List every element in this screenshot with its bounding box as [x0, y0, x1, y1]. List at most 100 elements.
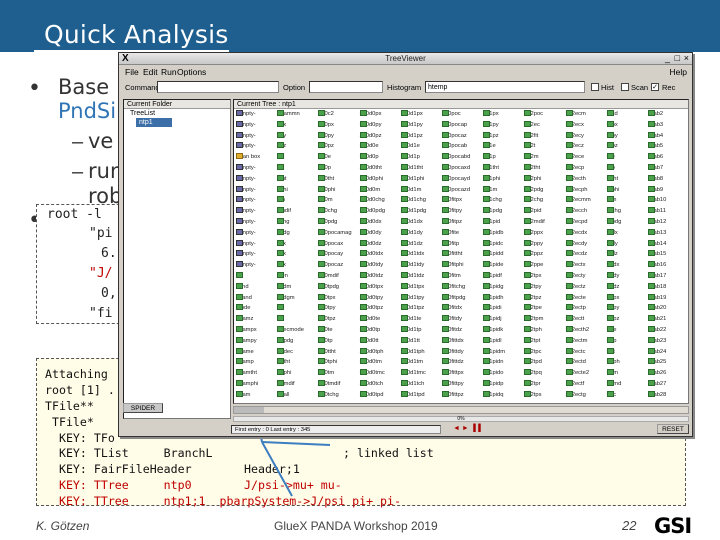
tree-variable[interactable]: -empty-: [236, 142, 256, 151]
tree-variable[interactable]: fillab8: [648, 174, 663, 184]
tree-variable[interactable]: fillab10: [648, 196, 666, 205]
tree-variable[interactable]: xd0ttht: [318, 347, 336, 357]
tree-variable[interactable]: t2tdy: [606, 272, 619, 281]
tree-variable[interactable]: xd0pocax: [318, 239, 343, 249]
tree-variable[interactable]: xd0pocaz: [442, 131, 467, 141]
tree-variable[interactable]: xpdgm: [277, 293, 295, 303]
tree-variable[interactable]: xd2tph: [524, 326, 542, 335]
tree-variable[interactable]: fillab14: [648, 239, 666, 249]
tree-variable[interactable]: xd0d1tpy: [400, 293, 424, 303]
tree-variable[interactable]: xd0fittdx: [442, 336, 464, 346]
tree-variable[interactable]: xd2ppy: [524, 239, 543, 249]
tree-variable[interactable]: xd0py: [318, 131, 334, 141]
tree-variable[interactable]: xd0m: [318, 196, 333, 205]
tree-variable[interactable]: xd0pocamag: [318, 228, 352, 238]
tree-variable[interactable]: xd0d1px: [400, 110, 423, 119]
reset-button[interactable]: RESET: [657, 424, 689, 434]
tree-variable[interactable]: xd2ecmm: [565, 196, 591, 205]
tree-variable[interactable]: xd2tpr: [524, 380, 541, 389]
tree-variable[interactable]: xd1pidl: [483, 336, 502, 346]
tree-variable[interactable]: t2tht: [606, 174, 618, 184]
tree-variable[interactable]: xd2ece: [565, 153, 584, 162]
tree-variable[interactable]: xd2ectf: [565, 380, 584, 389]
tree-variable[interactable]: xd0tpx: [318, 293, 335, 303]
spider-button[interactable]: SPIDER: [123, 403, 163, 413]
tree-variable[interactable]: xd0d0chg: [359, 196, 385, 205]
tree-variable[interactable]: t2px: [606, 120, 618, 130]
tree-variable[interactable]: t2dz: [606, 250, 618, 259]
tree-variable[interactable]: xm: [277, 196, 285, 205]
tree-variable[interactable]: xd2ectc: [565, 347, 586, 357]
histogram-input[interactable]: htemp: [425, 81, 585, 93]
tree-variable[interactable]: xd0tmdif: [318, 380, 340, 389]
tree-variable[interactable]: xd1pdg: [483, 207, 502, 216]
menu-file[interactable]: File: [125, 67, 139, 77]
tree-variable[interactable]: xchg: [277, 218, 289, 227]
tree-variable[interactable]: xpdm: [277, 282, 291, 292]
tree-variable[interactable]: xdecmode: [277, 326, 304, 335]
tree-variable[interactable]: xd2ectx: [565, 261, 586, 270]
tree-variable[interactable]: xd0e: [318, 153, 331, 162]
tree-variable[interactable]: xd2tpd: [524, 358, 542, 367]
window-titlebar[interactable]: X TreeViewer _ □ ×: [119, 53, 692, 65]
tree-variable[interactable]: t2tm: [606, 369, 618, 378]
tree-variable[interactable]: xd0d1m: [400, 185, 421, 195]
tree-variable[interactable]: fillab24: [648, 347, 666, 357]
tree-variable[interactable]: xd2m: [524, 153, 539, 162]
tree-variable[interactable]: ev: [236, 272, 243, 281]
maximize-icon[interactable]: □: [675, 53, 680, 63]
tree-variable[interactable]: fillab19: [648, 293, 666, 303]
tree-variable[interactable]: t2dy: [606, 239, 618, 249]
tree-variable[interactable]: xd2ecph: [565, 185, 588, 195]
tree-variable[interactable]: xd0fitpdg: [442, 293, 466, 303]
tree-variable[interactable]: t2pdg: [606, 218, 621, 227]
tree-variable[interactable]: xd2ectp: [565, 304, 586, 313]
tree-variable[interactable]: xd0pocaxd: [442, 164, 470, 173]
tree-variable[interactable]: xd2ecp: [565, 164, 584, 173]
tree-variable[interactable]: -empty-: [236, 207, 256, 216]
tree-variable[interactable]: xd0d0tch: [359, 380, 383, 389]
tree-variable[interactable]: xd0p: [318, 164, 331, 173]
tree-variable[interactable]: beamp: [236, 358, 254, 367]
tree-variable[interactable]: xd2tpe: [524, 304, 542, 313]
tree-variable[interactable]: xtrmdif: [277, 380, 295, 389]
nav-arrow-icons[interactable]: ◄ ► ▐▐: [453, 425, 481, 432]
tree-variable[interactable]: xphi: [277, 185, 288, 195]
tree-variable[interactable]: xd0tpz: [318, 315, 335, 324]
tree-variable[interactable]: xd2ecte2: [565, 369, 589, 378]
tree-variable[interactable]: xd2tpy: [524, 282, 541, 292]
tree-variable[interactable]: -empty-: [236, 131, 256, 141]
tree-variable[interactable]: fillab17: [648, 272, 666, 281]
tree-variable[interactable]: xd0fitp: [442, 239, 459, 249]
tree-node-treelist[interactable]: TreeList: [124, 109, 230, 118]
tree-variable[interactable]: -empty-: [236, 228, 256, 238]
tree-variable[interactable]: xz: [277, 315, 285, 324]
tree-variable[interactable]: xd0d0pdg: [359, 207, 385, 216]
tree-variable[interactable]: xd0fitchg: [442, 282, 465, 292]
tree-variable[interactable]: t2tc: [606, 390, 616, 400]
tree-variable[interactable]: xl: [277, 304, 285, 313]
tree-variable[interactable]: t2dx: [606, 228, 618, 238]
tree-variable[interactable]: xd2ectm: [565, 336, 588, 346]
tree-variable[interactable]: t2pz: [606, 142, 618, 151]
tree-variable[interactable]: xd2ecm: [565, 110, 586, 119]
rec-checkbox[interactable]: [651, 83, 659, 91]
tree-variable[interactable]: xd1pidc: [483, 239, 503, 249]
tree-variable[interactable]: xd0d0pz: [359, 131, 382, 141]
tree-variable[interactable]: xd2ppx: [524, 228, 543, 238]
menu-options[interactable]: Options: [177, 67, 206, 77]
tree-variable[interactable]: xd0d0phi: [359, 174, 383, 184]
tree-variable[interactable]: xyx: [277, 250, 286, 259]
tree-variable[interactable]: xd2tpx: [524, 272, 541, 281]
tree-variable[interactable]: xd0d1phi: [400, 174, 424, 184]
tree-variable[interactable]: xd0d0tdz: [359, 272, 383, 281]
tree-variable[interactable]: xd0mdif: [318, 272, 339, 281]
tree-variable[interactable]: t2chg: [606, 207, 621, 216]
tree-variable[interactable]: xd0d0tpd: [359, 390, 383, 400]
tree-variable[interactable]: fillab5: [648, 142, 663, 151]
tree-variable[interactable]: xd0fitdz: [442, 326, 462, 335]
tree-variable[interactable]: xd2ecty: [565, 272, 586, 281]
tree-variable[interactable]: xd2ecte: [565, 293, 586, 303]
menu-run[interactable]: Run: [161, 67, 177, 77]
tree-variable[interactable]: xd1pidg: [483, 282, 504, 292]
